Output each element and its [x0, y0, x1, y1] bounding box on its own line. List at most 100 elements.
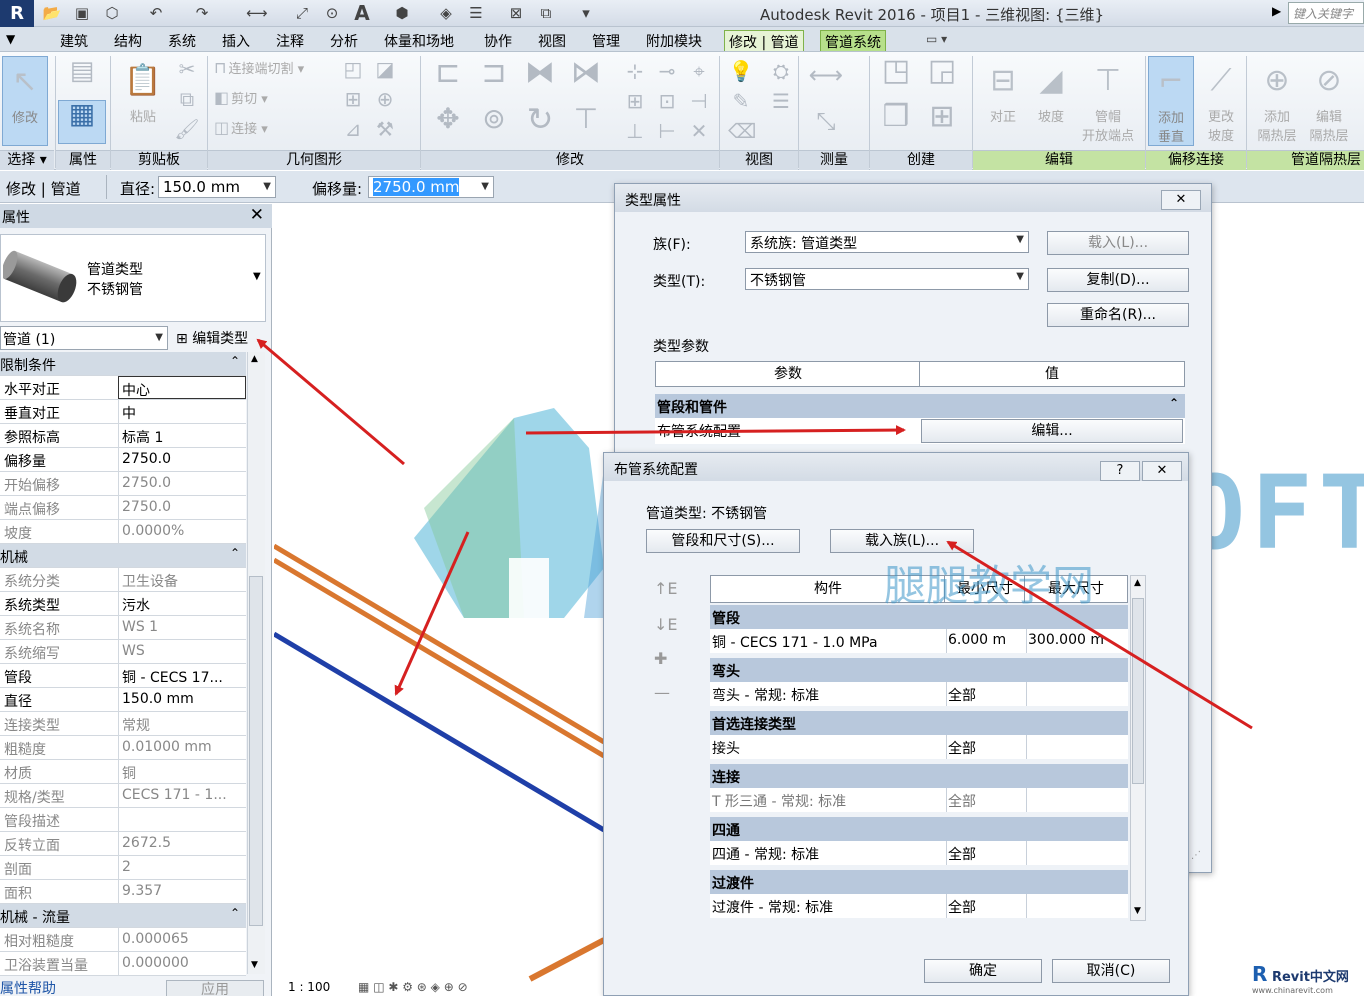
- split-face-icon[interactable]: ◰: [340, 56, 366, 82]
- open-icon[interactable]: 📂: [42, 3, 62, 23]
- create-similar-icon[interactable]: ⊞: [922, 102, 962, 144]
- property-row[interactable]: 坡度 0.0000%: [0, 520, 246, 544]
- close-icon[interactable]: ✕: [1142, 461, 1182, 481]
- split-gap-icon[interactable]: ⊸: [654, 58, 680, 84]
- redo-icon[interactable]: ↷: [192, 3, 212, 23]
- 3d-view-icon[interactable]: ⬢: [392, 3, 412, 23]
- add-insulation-button[interactable]: ⊕ 添加 隔热层: [1252, 56, 1302, 146]
- tab-analyze[interactable]: 分析: [326, 30, 362, 51]
- property-row[interactable]: 开始偏移 2750.0: [0, 472, 246, 496]
- sync-icon[interactable]: ⬡: [102, 3, 122, 23]
- justify-button[interactable]: ⊟ 对正: [980, 56, 1026, 146]
- property-row[interactable]: 卫浴装置当量 0.000000: [0, 952, 246, 976]
- paste-button[interactable]: 📋 粘贴: [120, 56, 166, 146]
- offset-icon[interactable]: ⊐: [474, 58, 514, 100]
- diameter-dropdown[interactable]: 150.0 mm ▼: [158, 176, 276, 198]
- close-icon[interactable]: ✕: [1161, 190, 1201, 210]
- slope-button[interactable]: ◢ 坡度: [1028, 56, 1074, 146]
- edit-routing-button[interactable]: 编辑...: [921, 419, 1183, 443]
- cancel-button[interactable]: 取消(C): [1052, 959, 1170, 983]
- type-dropdown[interactable]: 不锈钢管 ▼: [745, 268, 1029, 290]
- demolish-icon[interactable]: ⊕: [372, 86, 398, 112]
- family-dropdown[interactable]: 系统族: 管道类型 ▼: [745, 231, 1029, 253]
- delete-icon[interactable]: ✕: [686, 118, 712, 144]
- property-value[interactable]: 150.0 mm: [118, 688, 246, 711]
- routing-rule-row[interactable]: 铜 - CECS 171 - 1.0 MPa 6.000 m 300.000 m: [710, 629, 1128, 653]
- column-parameter[interactable]: 参数: [655, 361, 921, 387]
- load-family-button[interactable]: 载入族(L)...: [830, 529, 974, 553]
- tab-modify-pipes[interactable]: 修改 | 管道: [724, 30, 804, 51]
- ribbon-minimize-icon[interactable]: ▭ ▾: [926, 32, 947, 46]
- line-pen-icon[interactable]: ✎: [728, 88, 754, 114]
- scroll-down-icon[interactable]: ▼: [251, 960, 258, 970]
- property-row[interactable]: 端点偏移 2750.0: [0, 496, 246, 520]
- property-row[interactable]: 水平对正 中心: [0, 376, 246, 400]
- undo-icon[interactable]: ↶: [146, 3, 166, 23]
- property-value[interactable]: 铜 - CECS 17...: [118, 664, 246, 687]
- tab-view[interactable]: 视图: [534, 30, 570, 51]
- tab-architecture[interactable]: 建筑: [56, 30, 92, 51]
- text-icon[interactable]: A: [352, 3, 372, 23]
- dimension-icon[interactable]: ⤢: [292, 3, 312, 23]
- property-row[interactable]: 系统名称 WS 1: [0, 616, 246, 640]
- collapse-icon[interactable]: ⌃: [230, 906, 240, 920]
- edit-type-button[interactable]: ⊞ 编辑类型: [176, 328, 248, 348]
- override-icon[interactable]: ⛭: [768, 58, 794, 84]
- routing-group-header[interactable]: 弯头: [710, 658, 1128, 682]
- property-row[interactable]: 系统分类 卫生设备: [0, 568, 246, 592]
- routing-group-header[interactable]: 首选连接类型: [710, 711, 1128, 735]
- routing-scrollbar[interactable]: ▲ ▼: [1130, 575, 1146, 921]
- section-icon[interactable]: ◈: [436, 3, 456, 23]
- property-row[interactable]: 偏移量 2750.0: [0, 448, 246, 472]
- routing-scroll-thumb[interactable]: [1132, 598, 1144, 784]
- scroll-up-icon[interactable]: ▲: [1134, 578, 1141, 588]
- add-vertical-button[interactable]: ⌐ 添加 垂直: [1148, 56, 1194, 146]
- segments-sizes-button[interactable]: 管段和尺寸(S)...: [646, 529, 800, 553]
- property-row[interactable]: 相对粗糙度 0.000065: [0, 928, 246, 952]
- view-control-icons[interactable]: ▦ ◫ ✱ ⚙ ⊛ ◈ ⊕ ⊘: [358, 980, 468, 994]
- aligned-dimension-icon[interactable]: ⤡: [806, 108, 846, 134]
- pin-icon[interactable]: ⊣: [686, 88, 712, 114]
- extend-icon[interactable]: ⊢: [654, 118, 680, 144]
- measure-between-icon[interactable]: ⟷: [806, 62, 846, 88]
- ok-button[interactable]: 确定: [924, 959, 1042, 983]
- property-row[interactable]: 剖面 2: [0, 856, 246, 880]
- property-row[interactable]: 系统缩写 WS: [0, 640, 246, 664]
- create-assembly-icon[interactable]: ◳: [876, 56, 916, 98]
- switch-windows-icon[interactable]: ⧉: [536, 3, 556, 23]
- thin-lines-icon[interactable]: ☰: [466, 3, 486, 23]
- mirror-draw-icon[interactable]: ⧒: [566, 58, 606, 100]
- load-button[interactable]: 载入(L)...: [1047, 231, 1189, 255]
- add-row-icon[interactable]: ✚: [654, 649, 667, 668]
- measure-icon[interactable]: ⟷: [246, 3, 268, 23]
- create-group-icon[interactable]: ❒: [876, 102, 916, 144]
- property-row[interactable]: 系统类型 污水: [0, 592, 246, 616]
- property-row[interactable]: 面积 9.357: [0, 880, 246, 904]
- modify-button[interactable]: ↖ 修改: [2, 56, 48, 146]
- type-properties-icon[interactable]: ▤: [62, 58, 102, 94]
- property-value[interactable]: 中心: [118, 376, 246, 399]
- property-row[interactable]: 反转立面 2672.5: [0, 832, 246, 856]
- column-value[interactable]: 值: [919, 361, 1185, 387]
- tab-massing-site[interactable]: 体量和场地: [380, 30, 458, 51]
- apply-button[interactable]: 应用: [166, 980, 264, 996]
- join-cutback-button[interactable]: ⊓ 连接端切割 ▾: [214, 58, 304, 84]
- routing-rule-row[interactable]: 过渡件 - 常规: 标准 全部: [710, 894, 1128, 918]
- property-value[interactable]: 污水: [118, 592, 246, 615]
- tab-addins[interactable]: 附加模块: [642, 30, 706, 51]
- linework-view-icon[interactable]: ☰: [768, 88, 794, 114]
- tab-manage[interactable]: 管理: [588, 30, 624, 51]
- hide-bulb-icon[interactable]: 💡: [728, 58, 754, 84]
- unpin-icon[interactable]: ⌖: [686, 58, 712, 84]
- collapse-icon[interactable]: ⌃: [230, 546, 240, 560]
- property-row[interactable]: 管段描述: [0, 808, 246, 832]
- change-slope-button[interactable]: ⟋ 更改 坡度: [1198, 56, 1244, 146]
- group-segments-fittings[interactable]: 管段和管件 ⌃: [655, 394, 1185, 418]
- collapse-icon[interactable]: ⌃: [1169, 396, 1179, 410]
- search-input[interactable]: 键入关键字: [1288, 2, 1364, 24]
- routing-rule-row[interactable]: 接头 全部: [710, 735, 1128, 759]
- collapse-icon[interactable]: ⌃: [230, 354, 240, 368]
- resize-grip-icon[interactable]: ⋰: [1191, 850, 1201, 861]
- routing-rule-row[interactable]: T 形三通 - 常规: 标准 全部: [710, 788, 1128, 812]
- routing-group-header[interactable]: 过渡件: [710, 870, 1128, 894]
